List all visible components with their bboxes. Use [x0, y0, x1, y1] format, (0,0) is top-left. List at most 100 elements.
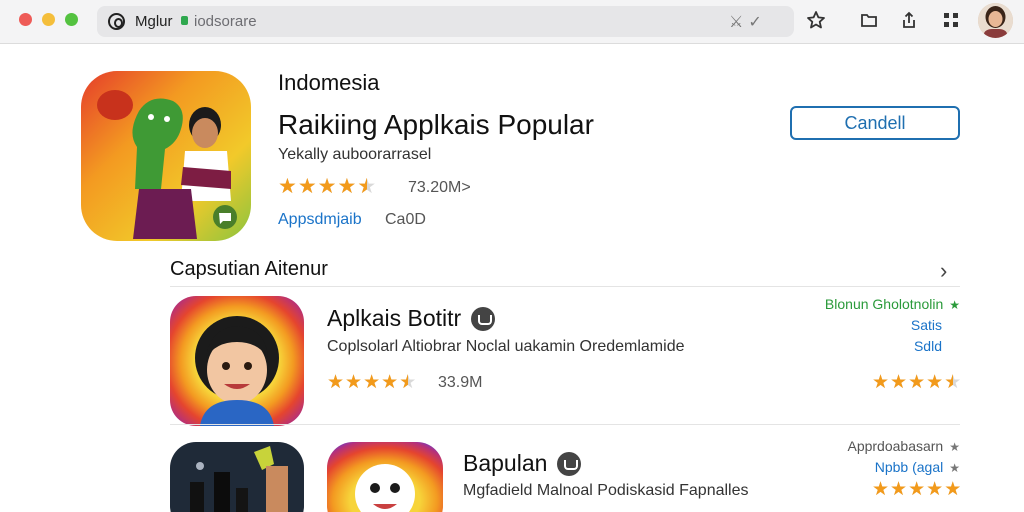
- star-fill: ★: [381, 372, 399, 393]
- app-title[interactable]: Aplkais Botitr: [327, 305, 496, 332]
- grid-icon[interactable]: [940, 10, 962, 32]
- star-fill: ★: [327, 372, 345, 393]
- star-icon: ★★: [926, 479, 944, 500]
- check-icon[interactable]: ✓: [748, 14, 766, 31]
- rating-stars: ★★★★★★★★★★: [278, 174, 376, 199]
- star-fill: ★: [908, 479, 926, 500]
- star-fill: ★: [317, 175, 337, 198]
- divider: [170, 286, 960, 287]
- star-fill: ★: [890, 479, 908, 500]
- folder-icon[interactable]: [858, 10, 880, 32]
- share-icon[interactable]: [898, 10, 920, 32]
- privacy-shield-icon[interactable]: [108, 13, 125, 30]
- avatar[interactable]: [978, 3, 1013, 38]
- side-info-line: Npbb (agal ★: [760, 457, 960, 478]
- star-icon: ★★: [926, 372, 944, 393]
- divider: [170, 424, 960, 425]
- star-icon: ★: [949, 440, 960, 454]
- lock-icon: [181, 16, 188, 25]
- developer-link[interactable]: Appsdmjaib: [278, 211, 362, 229]
- star-icon: ★★: [278, 175, 297, 198]
- star-icon: ★★: [357, 174, 377, 199]
- verified-badge-icon: [471, 306, 496, 331]
- star-icon: ★★: [944, 479, 962, 500]
- star-fill: ★: [278, 175, 297, 198]
- browser-toolbar: Mglur iodsorare ⚔✓: [0, 0, 1024, 44]
- section-title: Capsutian Aitenur: [170, 258, 328, 280]
- app-subtitle: Yekally auboorarrasel: [278, 146, 432, 163]
- star-fill: ★: [872, 372, 890, 393]
- side-info-text: Apprdoabasarn: [847, 438, 944, 454]
- star-icon: ★: [949, 461, 960, 475]
- minimize-window-button[interactable]: [42, 13, 55, 26]
- star-icon: ★★: [890, 479, 908, 500]
- star-icon: ★★: [297, 175, 317, 198]
- star-fill: ★: [345, 372, 363, 393]
- side-info-line: Sdld: [760, 336, 960, 357]
- address-bar[interactable]: Mglur iodsorare ⚔✓: [97, 6, 794, 37]
- page-title: Raikiing Applkais Popular: [278, 109, 594, 140]
- app-title-text[interactable]: Aplkais Botitr: [327, 305, 461, 332]
- app-size: Cа0D: [385, 211, 426, 228]
- star-icon: ★★: [944, 371, 962, 394]
- star-icon: ★★: [345, 372, 363, 393]
- featured-app-icon[interactable]: [81, 71, 251, 241]
- rating-stars: ★★★★★★★★★★: [327, 371, 416, 394]
- star-icon: ★★: [908, 372, 926, 393]
- side-info-text[interactable]: Sdld: [914, 338, 942, 354]
- star-icon: ★★: [337, 175, 357, 198]
- cancel-button[interactable]: Candell: [790, 106, 960, 140]
- star-fill: ★: [872, 479, 890, 500]
- side-info-line: Satis: [760, 315, 960, 336]
- rating-count: 33.9M: [438, 374, 483, 391]
- region-label: Indomesia: [278, 70, 380, 95]
- app-description: Mgfadield Malnoal Podiskasid Fapnalles: [463, 482, 749, 499]
- close-window-button[interactable]: [19, 13, 32, 26]
- star-fill: ★: [890, 372, 908, 393]
- star-icon: ★★: [908, 479, 926, 500]
- star-icon[interactable]: [805, 10, 827, 32]
- translate-icon[interactable]: ⚔: [729, 14, 748, 31]
- rating-count: 73.20M>: [408, 179, 471, 196]
- app-side-info: Apprdoabasarn ★ Npbb (agal ★: [760, 436, 960, 478]
- star-icon: ★★: [381, 372, 399, 393]
- star-fill: ★: [944, 371, 953, 394]
- star-icon: ★★: [399, 371, 417, 394]
- app-description: Coplsolarl Altiobrar Noclal uakamin Ored…: [327, 338, 685, 355]
- star-fill: ★: [944, 479, 962, 500]
- star-icon: ★★: [872, 479, 890, 500]
- side-rating-stars: ★★★★★★★★★★: [872, 478, 961, 501]
- star-fill: ★: [363, 372, 381, 393]
- star-fill: ★: [926, 479, 944, 500]
- star-fill: ★: [357, 174, 366, 199]
- star-icon: ★: [949, 298, 960, 312]
- side-info-text: Blonun Gholotnolin: [824, 296, 944, 312]
- star-icon: ★★: [317, 175, 337, 198]
- star-icon: ★★: [327, 372, 345, 393]
- star-fill: ★: [399, 371, 408, 394]
- site-name: Mglur: [135, 13, 173, 30]
- star-icon: ★★: [890, 372, 908, 393]
- side-info-line: Apprdoabasarn ★: [760, 436, 960, 457]
- star-fill: ★: [908, 372, 926, 393]
- star-fill: ★: [297, 175, 317, 198]
- verified-badge-icon: [557, 451, 582, 476]
- star-icon: ★★: [872, 372, 890, 393]
- star-fill: ★: [337, 175, 357, 198]
- side-info-text[interactable]: Npbb (agal: [875, 459, 944, 475]
- app-icon[interactable]: [170, 296, 304, 426]
- star-icon: ★★: [363, 372, 381, 393]
- chevron-right-icon[interactable]: ›: [940, 258, 947, 284]
- app-title-text[interactable]: Bapulan: [463, 450, 547, 477]
- app-side-info: Blonun Gholotnolin ★ Satis Sdld: [760, 294, 960, 357]
- maximize-window-button[interactable]: [65, 13, 78, 26]
- side-rating-stars: ★★★★★★★★★★: [872, 371, 961, 394]
- app-icon[interactable]: [170, 442, 304, 512]
- url-text[interactable]: iodsorare: [194, 13, 257, 30]
- side-info-text[interactable]: Satis: [911, 317, 942, 333]
- app-icon[interactable]: [327, 442, 443, 512]
- star-fill: ★: [926, 372, 944, 393]
- side-info-line: Blonun Gholotnolin ★: [760, 294, 960, 315]
- app-title[interactable]: Bapulan: [463, 450, 582, 477]
- address-actions: ⚔✓: [729, 12, 767, 32]
